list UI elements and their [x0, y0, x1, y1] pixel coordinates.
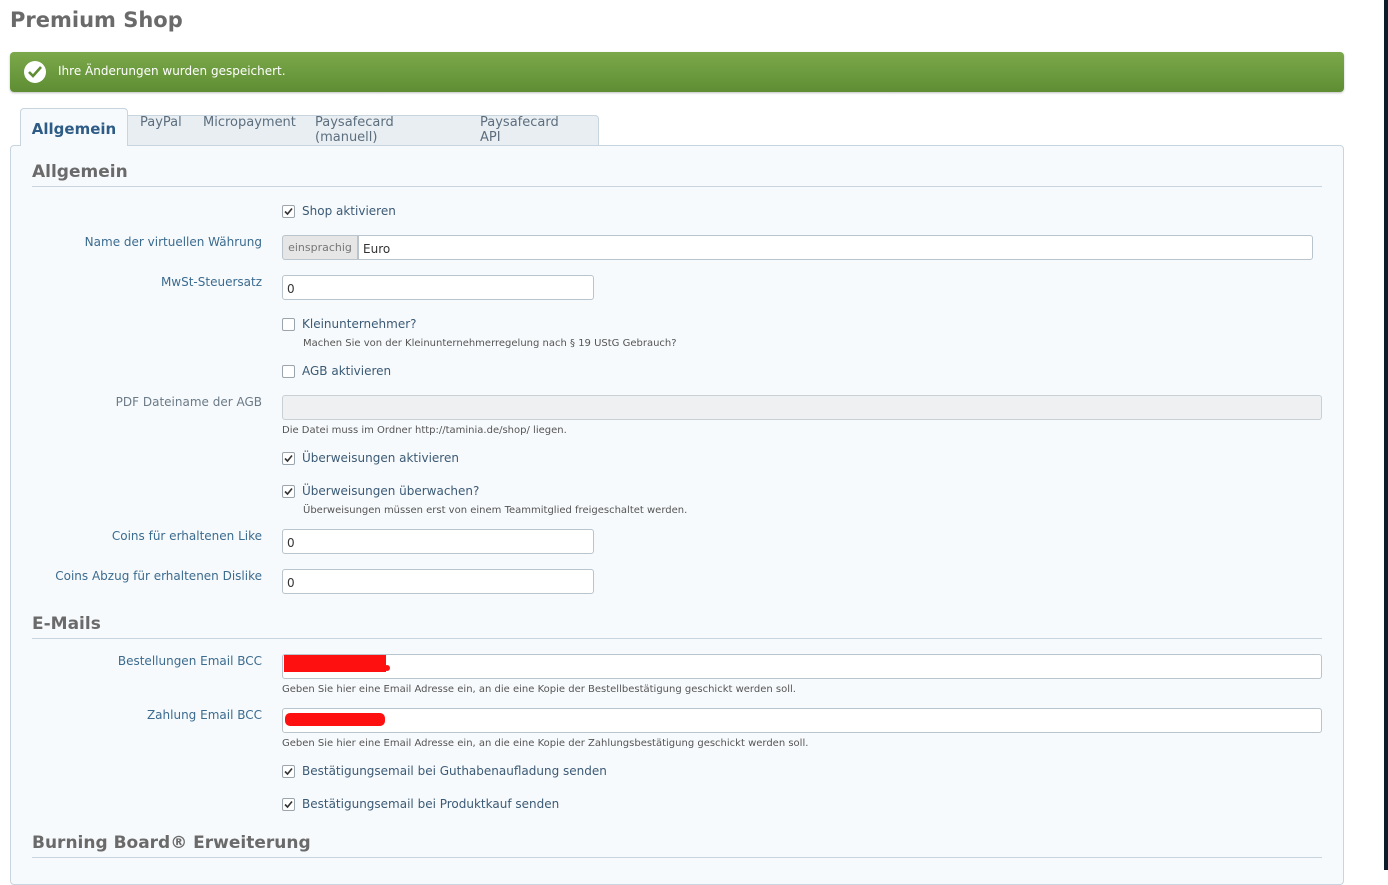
section-title-burning-board: Burning Board® Erweiterung [32, 833, 1322, 858]
confirm-topup-checkbox[interactable] [282, 765, 295, 778]
transfers-active-checkbox[interactable] [282, 452, 295, 465]
vat-rate-label: MwSt-Steuersatz [160, 275, 262, 289]
small-business-hint: Machen Sie von der Kleinunternehmerregel… [303, 338, 677, 349]
redaction-mark [284, 655, 386, 672]
currency-name-input[interactable]: Euro [358, 235, 1313, 260]
coins-dislike-label: Coins Abzug für erhaltenen Dislike [55, 569, 262, 583]
language-addon[interactable]: einsprachig [282, 235, 358, 260]
order-bcc-input[interactable] [282, 654, 1322, 679]
payment-bcc-label: Zahlung Email BCC [146, 708, 262, 722]
shop-active-label[interactable]: Shop aktivieren [302, 204, 396, 218]
success-notice: Ihre Änderungen wurden gespeichert. [10, 52, 1344, 92]
window-edge [1384, 0, 1388, 870]
small-business-checkbox[interactable] [282, 318, 295, 331]
terms-pdf-input[interactable] [282, 395, 1322, 420]
coins-like-input[interactable]: 0 [282, 529, 594, 554]
terms-active-label[interactable]: AGB aktivieren [302, 364, 391, 378]
redaction-mark [285, 713, 385, 726]
checkmark-icon [24, 61, 46, 83]
confirm-purchase-label[interactable]: Bestätigungsemail bei Produktkauf senden [302, 797, 559, 811]
transfers-monitor-checkbox[interactable] [282, 485, 295, 498]
payment-bcc-input[interactable] [282, 708, 1322, 733]
terms-pdf-hint: Die Datei muss im Ordner http://taminia.… [282, 425, 567, 436]
confirm-topup-label[interactable]: Bestätigungsemail bei Guthabenaufladung … [302, 764, 607, 778]
terms-active-checkbox[interactable] [282, 365, 295, 378]
page-title: Premium Shop [10, 8, 183, 32]
shop-active-checkbox[interactable] [282, 205, 295, 218]
coins-dislike-input[interactable]: 0 [282, 569, 594, 594]
vat-rate-input[interactable]: 0 [282, 275, 594, 300]
small-business-label[interactable]: Kleinunternehmer? [302, 317, 417, 331]
transfers-active-label[interactable]: Überweisungen aktivieren [302, 451, 459, 465]
redaction-mark [384, 665, 390, 671]
tab-paypal[interactable]: PayPal [140, 115, 182, 130]
section-title-emails: E-Mails [32, 614, 1322, 639]
tab-paysafecard-manuell[interactable]: Paysafecard (manuell) [315, 115, 394, 145]
tab-micropayment[interactable]: Micropayment [203, 115, 296, 130]
terms-pdf-label: PDF Dateiname der AGB [115, 395, 262, 409]
success-message: Ihre Änderungen wurden gespeichert. [58, 64, 286, 78]
order-bcc-label: Bestellungen Email BCC [117, 654, 262, 668]
tab-paysafecard-api[interactable]: Paysafecard API [480, 115, 559, 145]
tab-allgemein[interactable]: Allgemein [20, 108, 128, 146]
coins-like-label: Coins für erhaltenen Like [111, 529, 262, 543]
section-title-general: Allgemein [32, 162, 1322, 187]
order-bcc-hint: Geben Sie hier eine Email Adresse ein, a… [282, 684, 796, 695]
transfers-monitor-hint: Überweisungen müssen erst von einem Team… [303, 505, 688, 516]
transfers-monitor-label[interactable]: Überweisungen überwachen? [302, 484, 479, 498]
currency-name-label: Name der virtuellen Währung [84, 235, 262, 249]
payment-bcc-hint: Geben Sie hier eine Email Adresse ein, a… [282, 738, 809, 749]
confirm-purchase-checkbox[interactable] [282, 798, 295, 811]
